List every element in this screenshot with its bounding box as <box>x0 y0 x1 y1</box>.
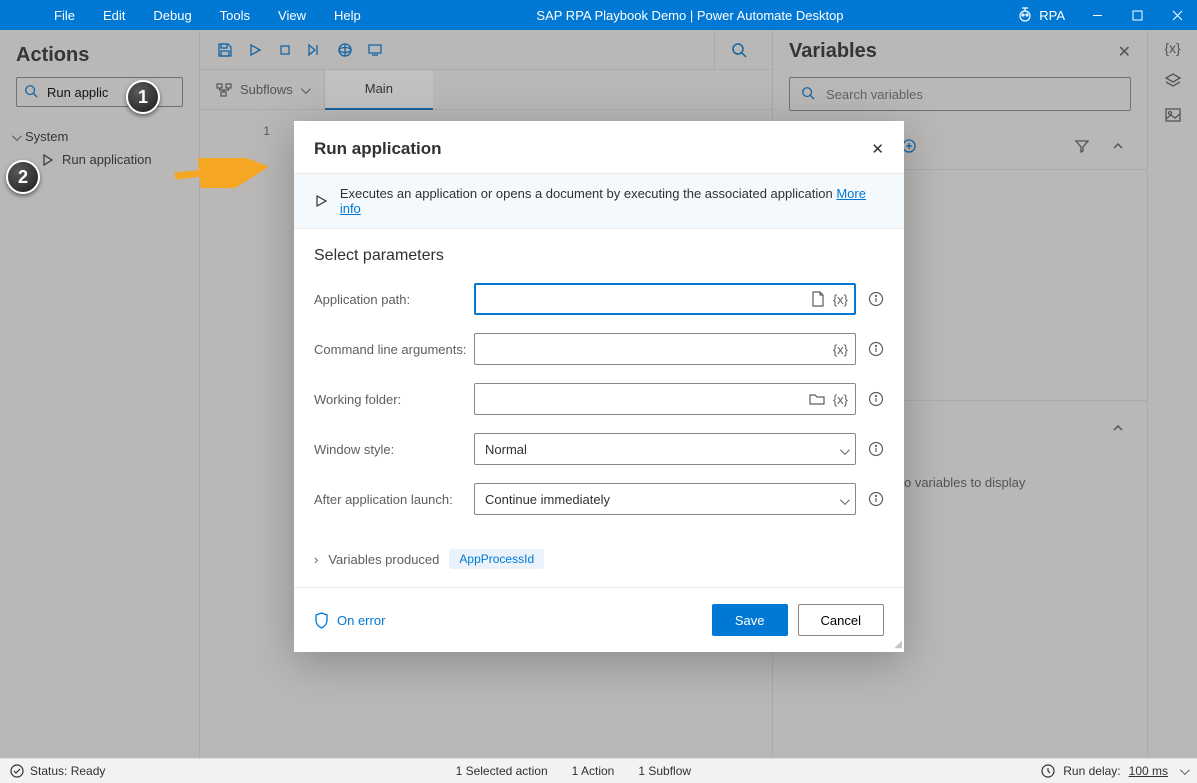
input-application-path[interactable] <box>474 283 856 315</box>
app-title: SAP RPA Playbook Demo | Power Automate D… <box>375 8 1006 23</box>
selected-count: 1 Selected action <box>456 764 548 778</box>
save-button[interactable]: Save <box>712 604 788 636</box>
actions-count: 1 Action <box>572 764 615 778</box>
folder-picker-icon[interactable] <box>807 390 827 408</box>
chevron-right-icon: › <box>314 552 318 567</box>
variable-token-icon[interactable]: {x} <box>831 390 850 409</box>
robot-icon <box>1017 7 1033 23</box>
annotation-callout-1: 1 <box>126 80 160 114</box>
on-error-button[interactable]: On error <box>314 612 385 629</box>
input-command-line-args[interactable] <box>474 333 856 365</box>
variables-produced-row[interactable]: › Variables produced AppProcessId <box>294 543 904 583</box>
menu-edit[interactable]: Edit <box>89 0 139 30</box>
run-delay-label: Run delay: <box>1063 764 1120 778</box>
select-window-style[interactable]: Normal <box>474 433 856 465</box>
menu-debug[interactable]: Debug <box>139 0 205 30</box>
rpa-badge[interactable]: RPA <box>1005 7 1077 23</box>
menu-view[interactable]: View <box>264 0 320 30</box>
run-application-dialog: Run application ✕ Executes an applicatio… <box>294 121 904 652</box>
shield-icon <box>314 612 329 629</box>
info-icon[interactable] <box>868 491 884 507</box>
info-icon[interactable] <box>868 341 884 357</box>
dialog-info-bar: Executes an application or opens a docum… <box>294 173 904 229</box>
variable-token-icon[interactable]: {x} <box>831 340 850 359</box>
chevron-down-icon <box>840 443 847 458</box>
play-icon <box>314 194 328 208</box>
input-working-folder[interactable] <box>474 383 856 415</box>
window-close-button[interactable] <box>1157 0 1197 30</box>
select-after-launch[interactable]: Continue immediately <box>474 483 856 515</box>
label-working-folder: Working folder: <box>314 392 474 407</box>
chevron-down-icon[interactable] <box>1180 764 1187 778</box>
clock-icon <box>1041 764 1055 778</box>
label-command-line-args: Command line arguments: <box>314 342 474 357</box>
dialog-info-text: Executes an application or opens a docum… <box>340 186 833 201</box>
file-picker-icon[interactable] <box>809 289 827 309</box>
menu-tools[interactable]: Tools <box>206 0 264 30</box>
variables-produced-label: Variables produced <box>328 552 439 567</box>
parameters-section-title: Select parameters <box>314 247 884 265</box>
menu-file[interactable]: File <box>40 0 89 30</box>
annotation-callout-2: 2 <box>6 160 40 194</box>
rpa-label: RPA <box>1039 8 1065 23</box>
window-minimize-button[interactable] <box>1077 0 1117 30</box>
info-icon[interactable] <box>868 441 884 457</box>
annotation-arrow-icon <box>170 158 270 188</box>
label-application-path: Application path: <box>314 292 474 307</box>
select-window-style-value: Normal <box>485 442 527 457</box>
menu-bar: File Edit Debug Tools View Help <box>0 0 375 30</box>
label-after-launch: After application launch: <box>314 492 474 507</box>
on-error-label: On error <box>337 613 385 628</box>
variable-token-icon[interactable]: {x} <box>831 290 850 309</box>
status-bar: Status: Ready 1 Selected action 1 Action… <box>0 758 1197 783</box>
status-text: Status: Ready <box>30 764 105 778</box>
subflows-count: 1 Subflow <box>638 764 691 778</box>
info-icon[interactable] <box>868 391 884 407</box>
chevron-down-icon <box>840 493 847 508</box>
window-maximize-button[interactable] <box>1117 0 1157 30</box>
label-window-style: Window style: <box>314 442 474 457</box>
variable-chip-appprocessid[interactable]: AppProcessId <box>449 549 544 569</box>
info-icon[interactable] <box>868 291 884 307</box>
cancel-button[interactable]: Cancel <box>798 604 884 636</box>
dialog-title: Run application <box>314 139 871 159</box>
check-icon <box>10 764 24 778</box>
menu-help[interactable]: Help <box>320 0 375 30</box>
dialog-close-button[interactable]: ✕ <box>871 140 884 158</box>
run-delay-value[interactable]: 100 ms <box>1129 764 1168 778</box>
select-after-launch-value: Continue immediately <box>485 492 610 507</box>
title-bar: File Edit Debug Tools View Help SAP RPA … <box>0 0 1197 30</box>
